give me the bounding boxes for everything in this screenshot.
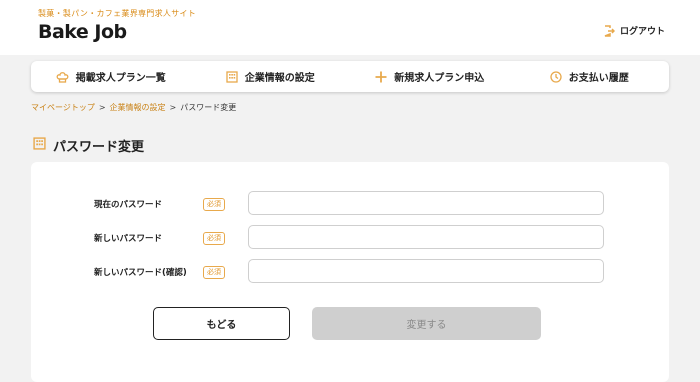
new-password-input[interactable] — [248, 225, 604, 249]
nav-item-label: 企業情報の設定 — [244, 73, 315, 84]
building-icon — [226, 70, 238, 83]
breadcrumb-separator: > — [98, 103, 106, 112]
site-logo[interactable]: Bake Job — [38, 21, 127, 43]
nav-item-new-plan[interactable]: 新規求人プラン申込 — [350, 61, 510, 92]
current-password-input[interactable] — [248, 191, 604, 215]
confirm-password-label: 新しいパスワード(確認) — [94, 268, 187, 278]
nav-item-label: 掲載求人プラン一覧 — [75, 73, 166, 84]
plus-icon — [375, 71, 387, 83]
nav-item-job-plans[interactable]: 掲載求人プラン一覧 — [31, 61, 191, 92]
form-row-new-password: 新しいパスワード 必須 — [31, 225, 669, 251]
required-badge: 必須 — [203, 198, 225, 211]
nav-item-label: 新規求人プラン申込 — [394, 73, 485, 84]
building-icon — [33, 137, 46, 154]
site-header: 製菓・製パン・カフェ業界専門求人サイト Bake Job ログアウト — [0, 0, 700, 55]
form-row-confirm-password: 新しいパスワード(確認) 必須 — [31, 259, 669, 285]
logout-label: ログアウト — [619, 27, 665, 37]
breadcrumb-current: パスワード変更 — [180, 103, 237, 112]
breadcrumb-link-company-settings[interactable]: 企業情報の設定 — [110, 102, 166, 113]
main-nav: 掲載求人プラン一覧 企業情報の設定 新規求人プラン申込 お支払い履歴 — [31, 61, 669, 92]
form-row-current-password: 現在のパスワード 必須 — [31, 191, 669, 217]
page-title-text: パスワード変更 — [53, 140, 145, 155]
required-badge: 必須 — [203, 232, 225, 245]
page-title: パスワード変更 — [33, 136, 144, 155]
breadcrumb: マイページトップ > 企業情報の設定 > パスワード変更 — [31, 102, 236, 113]
password-form-card: 現在のパスワード 必須 新しいパスワード 必須 新しいパスワード(確認) 必須 … — [31, 162, 669, 382]
confirm-password-input[interactable] — [248, 259, 604, 283]
nav-item-payment-history[interactable]: お支払い履歴 — [510, 61, 670, 92]
breadcrumb-separator: > — [169, 103, 177, 112]
logout-button[interactable]: ログアウト — [604, 24, 665, 37]
breadcrumb-link-mypage-top[interactable]: マイページトップ — [31, 102, 95, 113]
required-badge: 必須 — [203, 266, 225, 279]
logout-icon — [604, 24, 615, 37]
back-button[interactable]: もどる — [153, 307, 290, 340]
chef-hat-icon — [56, 71, 69, 83]
nav-item-company-settings[interactable]: 企業情報の設定 — [191, 61, 351, 92]
clock-icon — [550, 70, 562, 83]
new-password-label: 新しいパスワード — [94, 234, 163, 244]
site-tagline: 製菓・製パン・カフェ業界専門求人サイト — [38, 9, 197, 18]
change-button[interactable]: 変更する — [312, 307, 541, 340]
nav-item-label: お支払い履歴 — [568, 73, 629, 84]
current-password-label: 現在のパスワード — [94, 200, 163, 210]
